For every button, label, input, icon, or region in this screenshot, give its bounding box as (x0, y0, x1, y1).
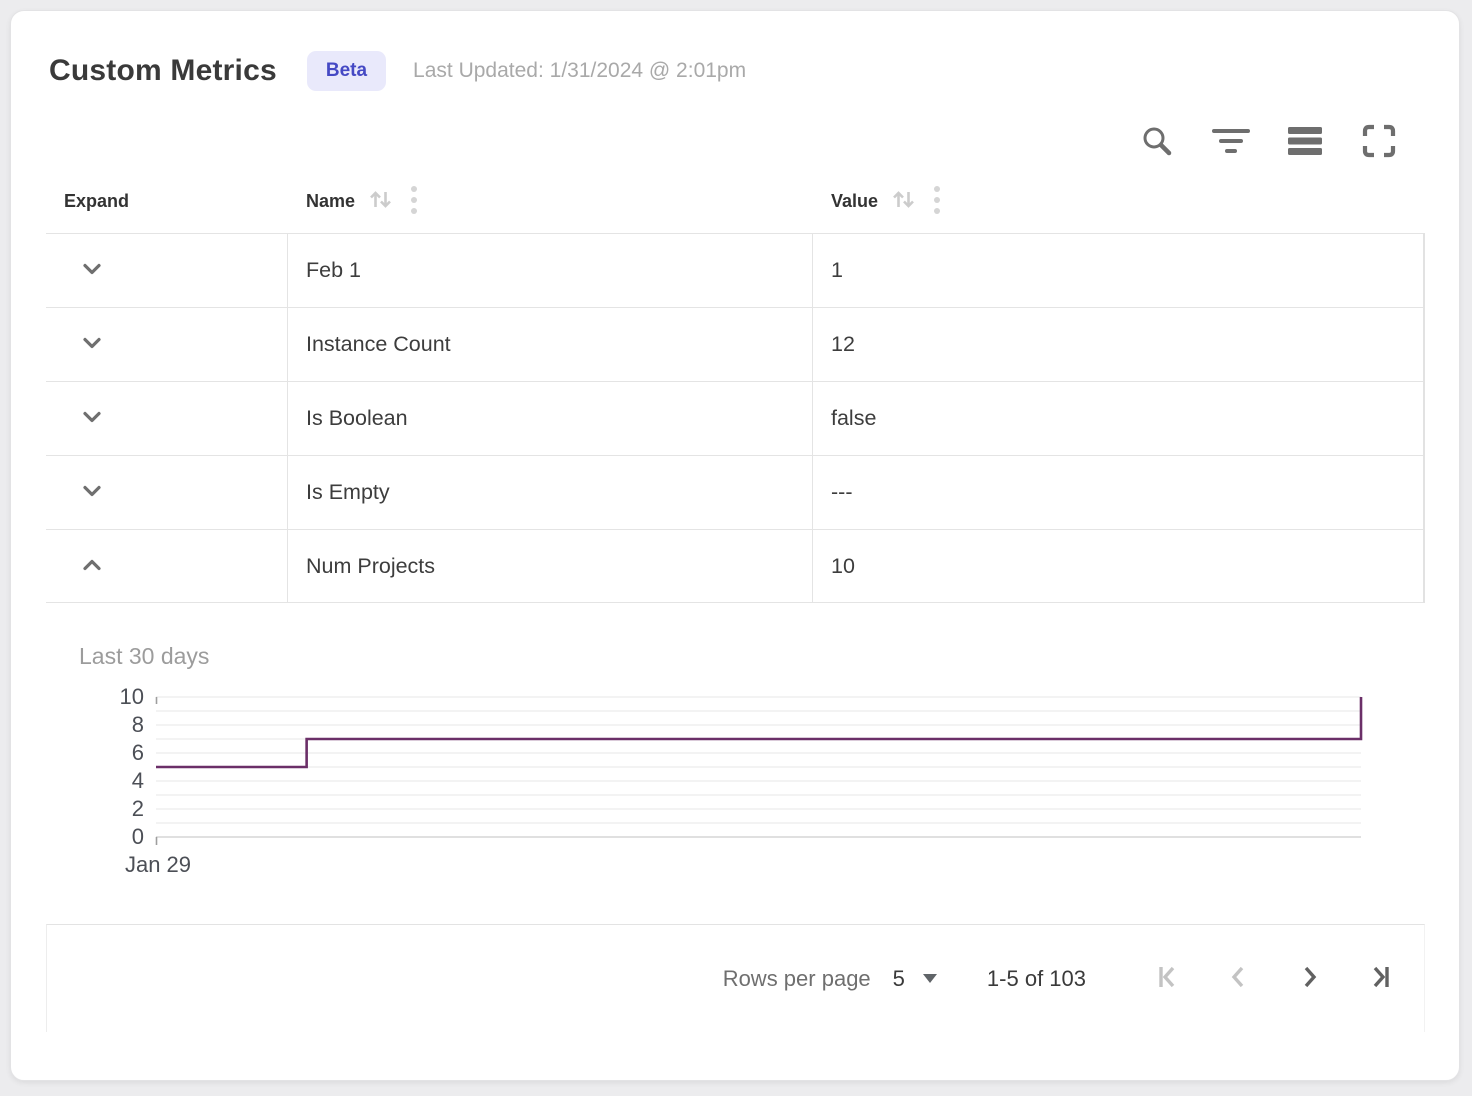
column-header-label: Name (306, 191, 355, 212)
table-row: Feb 1 1 (46, 233, 1423, 307)
custom-metrics-card: Custom Metrics Beta Last Updated: 1/31/2… (10, 10, 1460, 1081)
last-updated-text: Last Updated: 1/31/2024 @ 2:01pm (413, 59, 746, 83)
name-cell: Feb 1 (288, 234, 813, 307)
search-icon (1140, 124, 1174, 158)
first-page-icon (1155, 963, 1183, 994)
value-cell: false (813, 382, 1423, 455)
name-cell: Is Empty (288, 456, 813, 529)
grid-toolbar (11, 91, 1459, 161)
svg-text:8: 8 (132, 712, 144, 737)
card-header: Custom Metrics Beta Last Updated: 1/31/2… (11, 11, 1459, 91)
svg-text:10: 10 (120, 686, 144, 709)
column-header-name[interactable]: Name (288, 185, 813, 218)
search-button[interactable] (1139, 123, 1175, 159)
step-line-chart: 0 2 4 6 8 10 Jan 29 (76, 686, 1406, 886)
name-cell: Is Boolean (288, 382, 813, 455)
sort-button[interactable] (890, 186, 917, 216)
chart-title: Last 30 days (79, 643, 1425, 670)
rows-per-page-value: 5 (893, 966, 905, 992)
caret-down-icon (923, 974, 937, 983)
grid-body: Feb 1 1 Instance Count 12 (46, 233, 1425, 603)
next-page-button[interactable] (1294, 964, 1324, 994)
density-button[interactable] (1287, 123, 1323, 159)
metric-chart: 0 2 4 6 8 10 Jan 29 (76, 686, 1425, 891)
svg-text:Jan 29: Jan 29 (125, 852, 191, 877)
previous-page-button[interactable] (1224, 964, 1254, 994)
chevron-left-icon (1225, 963, 1253, 994)
column-header-value[interactable]: Value (813, 185, 1425, 218)
name-cell: Instance Count (288, 308, 813, 381)
last-page-button[interactable] (1364, 964, 1394, 994)
column-menu-button[interactable] (933, 185, 941, 218)
row-detail-panel: Last 30 days 0 2 4 6 8 10 Jan 29 (46, 603, 1425, 891)
value-cell: 10 (813, 530, 1423, 602)
pagination-nav (1114, 964, 1394, 994)
first-page-button[interactable] (1154, 964, 1184, 994)
table-row: Instance Count 12 (46, 307, 1423, 381)
column-menu-button[interactable] (410, 185, 418, 218)
expand-cell (46, 456, 288, 529)
expand-row-button[interactable] (77, 330, 107, 360)
chevron-down-icon (78, 477, 106, 508)
chevron-up-icon (78, 551, 106, 582)
fullscreen-icon (1362, 124, 1396, 158)
value-cell: 12 (813, 308, 1423, 381)
fullscreen-button[interactable] (1361, 123, 1397, 159)
data-grid: Expand Name (46, 169, 1425, 1032)
expand-cell (46, 530, 288, 602)
kebab-menu-icon (933, 185, 941, 218)
value-cell: 1 (813, 234, 1423, 307)
rows-per-page-select[interactable]: 5 (893, 966, 937, 992)
chevron-right-icon (1295, 963, 1323, 994)
expand-row-button[interactable] (77, 404, 107, 434)
rows-per-page-label: Rows per page (723, 966, 871, 992)
svg-text:6: 6 (132, 740, 144, 765)
sort-button[interactable] (367, 186, 394, 216)
column-header-expand: Expand (46, 191, 288, 212)
last-page-icon (1365, 963, 1393, 994)
chevron-down-icon (78, 403, 106, 434)
pagination-range-label: 1-5 of 103 (987, 966, 1086, 992)
beta-badge: Beta (307, 51, 386, 91)
sort-arrows-icon (367, 186, 394, 216)
column-header-label: Value (831, 191, 878, 212)
name-cell: Num Projects (288, 530, 813, 602)
expand-cell (46, 234, 288, 307)
collapse-row-button[interactable] (77, 551, 107, 581)
expand-row-button[interactable] (77, 478, 107, 508)
filter-icon (1212, 126, 1250, 156)
svg-text:0: 0 (132, 824, 144, 849)
column-header-label: Expand (64, 191, 129, 212)
value-cell: --- (813, 456, 1423, 529)
pagination-footer: Rows per page 5 1-5 of 103 (46, 924, 1425, 1032)
chevron-down-icon (78, 329, 106, 360)
density-icon (1287, 125, 1323, 157)
filter-button[interactable] (1213, 123, 1249, 159)
svg-text:4: 4 (132, 768, 144, 793)
table-row: Num Projects 10 (46, 529, 1423, 603)
svg-text:2: 2 (132, 796, 144, 821)
expand-row-button[interactable] (77, 256, 107, 286)
grid-header-row: Expand Name (46, 169, 1425, 233)
table-row: Is Boolean false (46, 381, 1423, 455)
sort-arrows-icon (890, 186, 917, 216)
kebab-menu-icon (410, 185, 418, 218)
chevron-down-icon (78, 255, 106, 286)
page-title: Custom Metrics (49, 54, 277, 88)
table-row: Is Empty --- (46, 455, 1423, 529)
expand-cell (46, 308, 288, 381)
expand-cell (46, 382, 288, 455)
